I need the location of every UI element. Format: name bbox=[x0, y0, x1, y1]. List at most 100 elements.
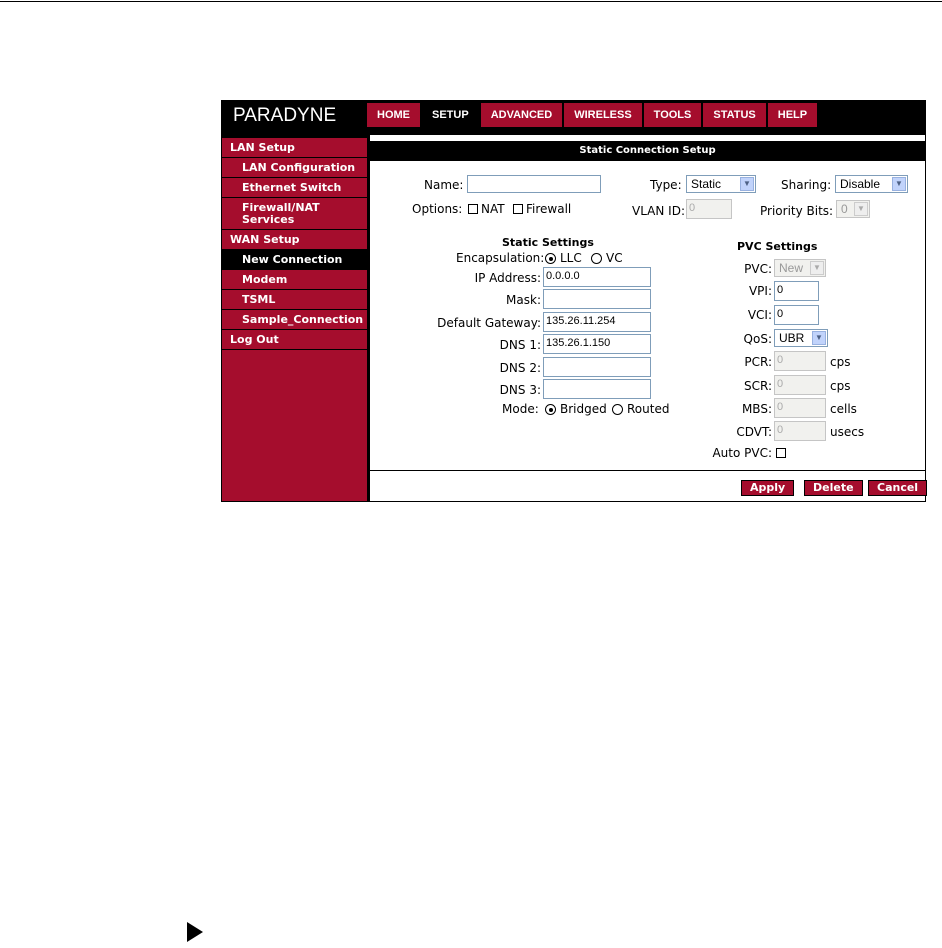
sidebar-wan-setup[interactable]: WAN Setup bbox=[222, 230, 367, 250]
sidebar-ethernet-switch[interactable]: Ethernet Switch bbox=[222, 178, 367, 198]
vci-label: VCI: bbox=[747, 308, 772, 322]
auto-pvc-label: Auto PVC: bbox=[712, 446, 772, 460]
qos-label: QoS: bbox=[743, 332, 772, 346]
cdvt-label: CDVT: bbox=[736, 425, 772, 439]
routed-label: Routed bbox=[627, 402, 670, 416]
sidebar-modem[interactable]: Modem bbox=[222, 270, 367, 290]
scr-unit: cps bbox=[830, 379, 851, 393]
paradyne-logo: PARADYNE bbox=[233, 105, 337, 126]
sidebar-log-out[interactable]: Log Out bbox=[222, 330, 367, 350]
ip-address-label: IP Address: bbox=[474, 271, 541, 285]
llc-label: LLC bbox=[560, 251, 582, 265]
nav-home[interactable]: HOME bbox=[367, 103, 420, 127]
name-label: Name: bbox=[424, 178, 464, 192]
priority-bits-select[interactable]: 0 ▼ bbox=[836, 200, 870, 218]
sidebar-new-connection[interactable]: New Connection bbox=[222, 250, 367, 270]
chevron-down-icon: ▼ bbox=[854, 202, 868, 216]
qos-select[interactable]: UBR ▼ bbox=[774, 329, 828, 347]
top-nav: HOME SETUP ADVANCED WIRELESS TOOLS STATU… bbox=[367, 103, 818, 127]
vpi-label: VPI: bbox=[748, 284, 772, 298]
mask-label: Mask: bbox=[506, 293, 541, 307]
priority-bits-value: 0 bbox=[841, 202, 848, 216]
router-ui-frame: PARADYNE HOME SETUP ADVANCED WIRELESS TO… bbox=[221, 100, 928, 502]
pcr-input[interactable]: 0 bbox=[774, 351, 826, 371]
nav-setup[interactable]: SETUP bbox=[422, 103, 479, 127]
vc-label: VC bbox=[606, 251, 623, 265]
auto-pvc-checkbox[interactable] bbox=[776, 448, 786, 458]
nat-checkbox[interactable] bbox=[468, 204, 478, 214]
mbs-label: MBS: bbox=[741, 402, 772, 416]
name-input[interactable] bbox=[467, 175, 601, 193]
sharing-label: Sharing: bbox=[781, 178, 832, 192]
type-select[interactable]: Static ▼ bbox=[686, 175, 756, 193]
dns3-input[interactable] bbox=[543, 379, 651, 399]
mbs-input[interactable]: 0 bbox=[774, 398, 826, 418]
nav-wireless[interactable]: WIRELESS bbox=[564, 103, 642, 127]
vc-radio[interactable] bbox=[591, 253, 602, 264]
mode-label: Mode: bbox=[502, 402, 539, 416]
pcr-label: PCR: bbox=[744, 355, 772, 369]
procedure-arrow-icon bbox=[187, 922, 203, 942]
dns1-input[interactable]: 135.26.1.150 bbox=[543, 334, 651, 354]
main-panel: Static Connection Setup Name: Type: Stat… bbox=[370, 135, 928, 501]
pcr-unit: cps bbox=[830, 355, 851, 369]
nav-tools[interactable]: TOOLS bbox=[643, 103, 702, 127]
llc-radio[interactable] bbox=[545, 253, 556, 264]
vpi-input[interactable]: 0 bbox=[774, 281, 819, 301]
header-bar: PARADYNE HOME SETUP ADVANCED WIRELESS TO… bbox=[221, 100, 926, 130]
vlan-id-input[interactable]: 0 bbox=[686, 199, 732, 219]
chevron-down-icon: ▼ bbox=[810, 261, 824, 275]
vlan-id-label: VLAN ID: bbox=[632, 204, 685, 218]
static-settings-title: Static Settings bbox=[502, 236, 594, 249]
default-gateway-input[interactable]: 135.26.11.254 bbox=[543, 312, 651, 332]
dns1-label: DNS 1: bbox=[499, 338, 541, 352]
chevron-down-icon: ▼ bbox=[892, 177, 906, 191]
dns3-label: DNS 3: bbox=[499, 383, 541, 397]
cdvt-unit: usecs bbox=[830, 425, 865, 439]
sidebar-tsml[interactable]: TSML bbox=[222, 290, 367, 310]
sidebar-firewall-line2: Services bbox=[242, 213, 295, 226]
delete-button[interactable]: Delete bbox=[804, 480, 863, 496]
bridged-radio[interactable] bbox=[545, 404, 556, 415]
firewall-checkbox[interactable] bbox=[513, 204, 523, 214]
dns2-label: DNS 2: bbox=[499, 361, 541, 375]
panel-title: Static Connection Setup bbox=[370, 141, 925, 161]
encapsulation-label: Encapsulation: bbox=[456, 251, 545, 265]
chevron-down-icon: ▼ bbox=[740, 177, 754, 191]
apply-button[interactable]: Apply bbox=[741, 480, 795, 496]
sharing-select[interactable]: Disable ▼ bbox=[835, 175, 908, 193]
cancel-button[interactable]: Cancel bbox=[868, 480, 928, 496]
mbs-unit: cells bbox=[830, 402, 857, 416]
routed-radio[interactable] bbox=[612, 404, 623, 415]
sidebar: LAN Setup LAN Configuration Ethernet Swi… bbox=[222, 138, 367, 501]
pvc-label: PVC: bbox=[744, 262, 772, 276]
sidebar-lan-configuration[interactable]: LAN Configuration bbox=[222, 158, 367, 178]
pvc-select-value: New bbox=[779, 261, 804, 275]
firewall-label: Firewall bbox=[526, 202, 572, 216]
default-gateway-label: Default Gateway: bbox=[437, 316, 541, 330]
type-label: Type: bbox=[650, 178, 682, 192]
nat-label: NAT bbox=[481, 202, 505, 216]
ip-address-input[interactable]: 0.0.0.0 bbox=[543, 267, 651, 287]
cdvt-input[interactable]: 0 bbox=[774, 421, 826, 441]
nav-status[interactable]: STATUS bbox=[703, 103, 766, 127]
type-select-value: Static bbox=[691, 177, 722, 191]
vci-input[interactable]: 0 bbox=[774, 305, 819, 325]
scr-label: SCR: bbox=[743, 379, 772, 393]
options-label: Options: bbox=[412, 202, 463, 216]
sidebar-lan-setup[interactable]: LAN Setup bbox=[222, 138, 367, 158]
pvc-select[interactable]: New ▼ bbox=[774, 259, 826, 277]
chevron-down-icon: ▼ bbox=[812, 331, 826, 345]
nav-advanced[interactable]: ADVANCED bbox=[480, 103, 563, 127]
qos-select-value: UBR bbox=[779, 331, 805, 345]
priority-bits-label: Priority Bits: bbox=[760, 204, 834, 218]
scr-input[interactable]: 0 bbox=[774, 375, 826, 395]
pvc-settings-title: PVC Settings bbox=[737, 240, 818, 253]
nav-help[interactable]: HELP bbox=[767, 103, 818, 127]
mask-input[interactable] bbox=[543, 289, 651, 309]
bridged-label: Bridged bbox=[560, 402, 607, 416]
sidebar-firewall-nat-services[interactable]: Firewall/NAT Services bbox=[222, 198, 367, 230]
sidebar-sample-connection[interactable]: Sample_Connection bbox=[222, 310, 367, 330]
sharing-select-value: Disable bbox=[840, 177, 881, 191]
dns2-input[interactable] bbox=[543, 357, 651, 377]
